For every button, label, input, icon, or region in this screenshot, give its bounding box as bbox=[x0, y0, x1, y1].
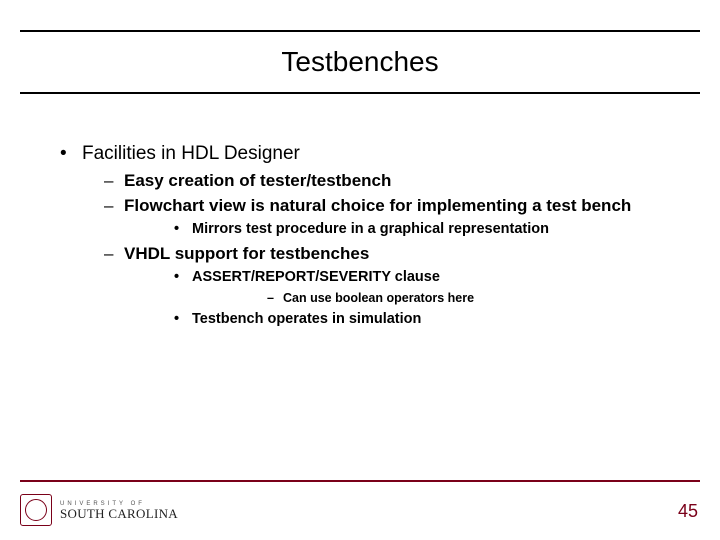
page-number: 45 bbox=[678, 501, 698, 522]
bullet-text: Flowchart view is natural choice for imp… bbox=[124, 196, 631, 215]
bullet-text: Easy creation of tester/testbench bbox=[124, 171, 391, 190]
bullet-l4: Can use boolean operators here bbox=[267, 290, 680, 306]
bullet-l3: Testbench operates in simulation bbox=[174, 310, 680, 329]
bullet-text: VHDL support for testbenches bbox=[124, 244, 369, 263]
logo-seal-icon bbox=[20, 494, 52, 526]
logo-text: UNIVERSITY OF SOUTH CAROLINA bbox=[60, 501, 178, 520]
bullet-text: Can use boolean operators here bbox=[283, 291, 474, 305]
bullet-text: Testbench operates in simulation bbox=[192, 311, 421, 327]
bullet-text: Mirrors test procedure in a graphical re… bbox=[192, 221, 549, 237]
bullet-l3: ASSERT/REPORT/SEVERITY clause Can use bo… bbox=[174, 268, 680, 306]
bullet-text: Facilities in HDL Designer bbox=[82, 143, 300, 164]
top-rule-2 bbox=[20, 92, 700, 94]
bullet-l3: Mirrors test procedure in a graphical re… bbox=[174, 220, 680, 239]
slide-title: Testbenches bbox=[0, 46, 720, 78]
footer-rule bbox=[20, 480, 700, 482]
university-logo: UNIVERSITY OF SOUTH CAROLINA bbox=[20, 490, 240, 530]
slide-body: Facilities in HDL Designer Easy creation… bbox=[60, 142, 680, 337]
bullet-l2: VHDL support for testbenches ASSERT/REPO… bbox=[104, 243, 680, 329]
bullet-l1: Facilities in HDL Designer Easy creation… bbox=[60, 142, 680, 329]
bullet-l2: Flowchart view is natural choice for imp… bbox=[104, 195, 680, 239]
slide: Testbenches Facilities in HDL Designer E… bbox=[0, 0, 720, 540]
bullet-l2: Easy creation of tester/testbench bbox=[104, 170, 680, 191]
logo-main-text: SOUTH CAROLINA bbox=[60, 507, 178, 520]
bullet-text: ASSERT/REPORT/SEVERITY clause bbox=[192, 269, 440, 285]
top-rule-1 bbox=[20, 30, 700, 32]
